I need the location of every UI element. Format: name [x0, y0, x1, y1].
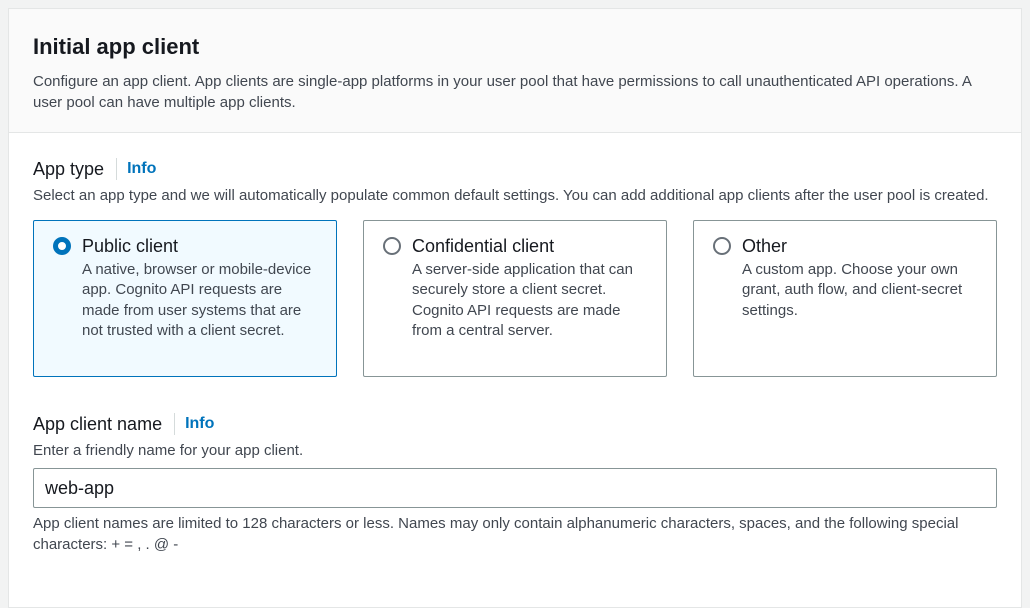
app-type-description: Select an app type and we will automatic…	[33, 187, 989, 204]
radio-unselected-icon[interactable]	[383, 237, 401, 255]
panel-header: Initial app client Configure an app clie…	[9, 9, 1021, 133]
app-client-name-input[interactable]	[33, 468, 997, 508]
app-client-name-label-row: App client name Info	[33, 412, 997, 436]
radio-unselected-icon[interactable]	[713, 237, 731, 255]
tile-description: A native, browser or mobile-device app. …	[82, 261, 312, 340]
radio-selected-icon[interactable]	[53, 237, 71, 255]
app-type-section: App type Info Select an app type and we …	[33, 157, 997, 378]
app-type-info-link[interactable]: Info	[127, 160, 156, 178]
panel-title: Initial app client	[33, 34, 200, 59]
initial-app-client-panel: Initial app client Configure an app clie…	[8, 8, 1022, 608]
tile-title: Other	[742, 236, 788, 256]
tile-description: A custom app. Choose your own grant, aut…	[742, 261, 963, 319]
tile-other[interactable]: Other A custom app. Choose your own gran…	[693, 220, 997, 377]
app-client-name-section: App client name Info Enter a friendly na…	[33, 412, 997, 555]
tile-title: Confidential client	[412, 236, 555, 256]
app-type-label: App type	[33, 159, 105, 179]
app-type-tiles: Public client A native, browser or mobil…	[33, 220, 997, 378]
app-client-name-info-link[interactable]: Info	[185, 415, 214, 433]
tile-title: Public client	[82, 236, 179, 256]
app-client-name-constraint: App client names are limited to 128 char…	[33, 515, 959, 553]
panel-description: Configure an app client. App clients are…	[33, 73, 972, 111]
tile-description: A server-side application that can secur…	[412, 261, 633, 340]
info-separator	[174, 413, 176, 435]
app-client-name-description: Enter a friendly name for your app clien…	[33, 442, 304, 459]
app-type-label-row: App type Info	[33, 157, 997, 181]
app-client-name-label: App client name	[33, 414, 163, 434]
tile-confidential-client[interactable]: Confidential client A server-side applic…	[363, 220, 667, 377]
tile-public-client[interactable]: Public client A native, browser or mobil…	[33, 220, 337, 377]
info-separator	[116, 158, 118, 180]
panel-body: App type Info Select an app type and we …	[9, 133, 1021, 555]
